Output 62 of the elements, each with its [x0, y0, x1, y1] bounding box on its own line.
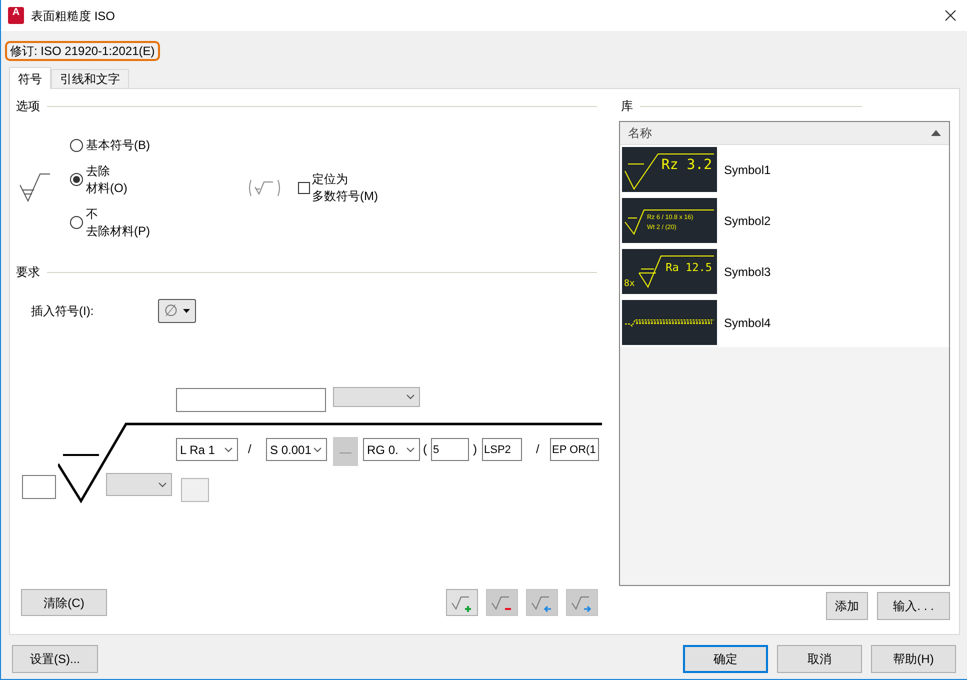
item-name: Symbol4: [724, 314, 771, 332]
item-name: Symbol3: [724, 264, 771, 280]
radio-label: 去除: [86, 162, 111, 180]
settings-button[interactable]: 设置(S)...: [12, 645, 98, 673]
dropdown[interactable]: RG 0.: [363, 438, 420, 461]
input-field[interactable]: LSP2: [482, 438, 522, 461]
radio-label: 不: [86, 206, 99, 222]
chevron-down-icon: [313, 446, 322, 452]
separator-text: (: [423, 441, 427, 458]
checkbox[interactable]: [298, 182, 310, 194]
preview-text: 8x: [624, 279, 635, 289]
revision-label: 修订: ISO 21920-1:2021(E): [5, 41, 160, 61]
symbol-tool-button[interactable]: [446, 589, 478, 616]
dialog-button[interactable]: 确定: [683, 645, 768, 673]
clear-button[interactable]: 清除(C): [21, 589, 107, 616]
column-header[interactable]: 名称: [620, 122, 949, 145]
surface-texture-icon: [19, 173, 51, 203]
chevron-down-icon: [406, 394, 415, 400]
radio-button[interactable]: [70, 173, 83, 186]
chevron-down-icon: [158, 482, 167, 488]
tab[interactable]: 引线和文字: [51, 69, 129, 88]
input-field[interactable]: EP OR(1: [550, 438, 599, 461]
separator-text: /: [248, 441, 252, 458]
item-name: Symbol1: [724, 162, 771, 178]
separator-text: ): [473, 441, 477, 458]
checkbox-label: 多数符号(M): [312, 188, 378, 205]
library-item[interactable]: 8x Ra 12.5 Symbol3: [622, 249, 949, 294]
dialog-button[interactable]: 帮助(H): [871, 645, 956, 673]
preview-text: Rz 3.2: [661, 157, 712, 173]
radio-label: 去除材料(P): [86, 222, 150, 240]
input-field[interactable]: 5: [431, 438, 469, 461]
insert-symbol-button[interactable]: ∅: [158, 299, 196, 323]
tab[interactable]: 符号: [9, 67, 51, 89]
checkbox-label: 定位为: [312, 171, 349, 188]
radio-button[interactable]: [70, 138, 83, 152]
section-title: 选项: [16, 99, 40, 113]
separator-text: /: [536, 441, 540, 458]
dialog-button[interactable]: 取消: [777, 645, 862, 673]
section-title: 要求: [16, 265, 40, 279]
input-field[interactable]: [22, 475, 56, 499]
radio-label: 基本符号(B): [86, 136, 150, 154]
dropdown[interactable]: S 0.001: [266, 438, 327, 461]
radio-button[interactable]: [70, 216, 83, 229]
chevron-down-icon: [224, 446, 233, 452]
close-icon[interactable]: [945, 10, 956, 21]
app-icon: A: [8, 7, 24, 24]
input-field[interactable]: [176, 388, 326, 412]
dropdown[interactable]: L Ra 1: [176, 438, 238, 461]
window-title: 表面粗糙度 ISO: [31, 8, 116, 24]
library-item[interactable]: Symbol4: [622, 300, 949, 345]
preview-text: Ra 12.5: [666, 261, 712, 274]
chevron-down-icon: [406, 446, 415, 452]
library-item[interactable]: Rz 3.2 Symbol1: [622, 147, 949, 192]
radio-label: 材料(O): [86, 180, 128, 196]
sort-up-icon: [931, 130, 941, 136]
library-button[interactable]: 输入. . .: [877, 592, 950, 620]
majority-symbol-icon: [248, 179, 281, 197]
item-name: Symbol2: [724, 212, 771, 230]
library-button[interactable]: 添加: [826, 592, 868, 620]
caret-icon: [182, 309, 190, 313]
insert-symbol-label: 插入符号(I):: [31, 303, 95, 320]
section-title: 库: [621, 99, 633, 113]
